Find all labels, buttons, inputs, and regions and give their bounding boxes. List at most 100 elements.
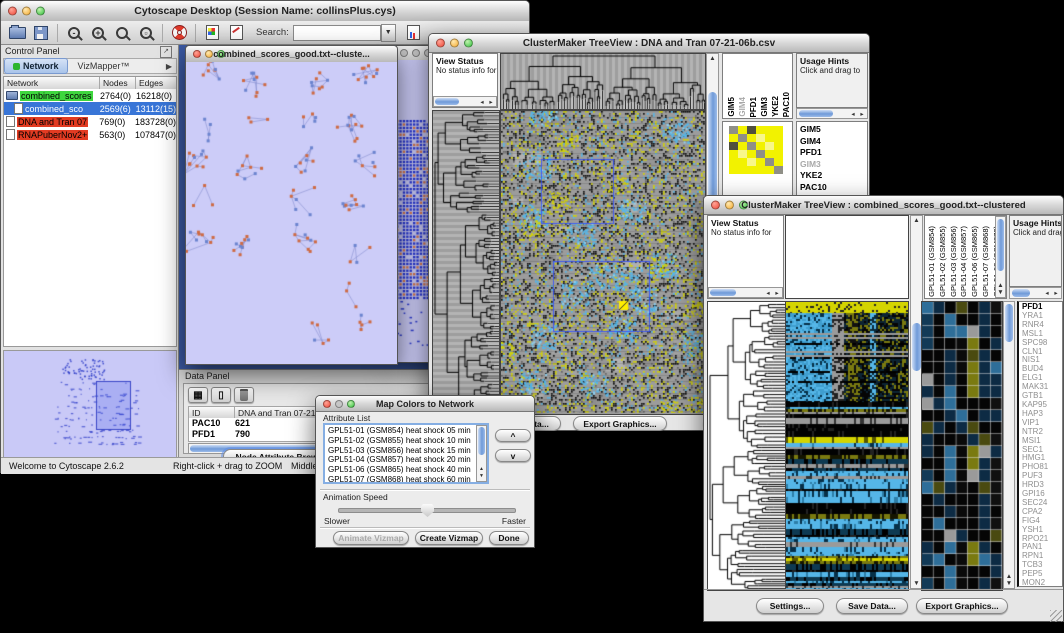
close-button[interactable] [436, 39, 445, 48]
save-data-button[interactable]: Save Data... [836, 598, 908, 614]
save-session-button[interactable] [29, 22, 53, 44]
zoomed-heatmap-canvas[interactable] [921, 301, 1003, 591]
table-mode-button[interactable]: ▦ [188, 387, 208, 403]
heatmap-canvas[interactable] [500, 110, 706, 415]
network-overview-canvas[interactable] [3, 350, 177, 458]
treeview2-title-bar[interactable]: ClusterMaker TreeView : combined_scores_… [704, 196, 1063, 215]
animation-speed-slider[interactable] [338, 508, 516, 513]
scroll-right-arrow[interactable]: ▸ [1052, 290, 1060, 297]
treeview-window-combined-scores[interactable]: ClusterMaker TreeView : combined_scores_… [703, 195, 1064, 622]
scrollbar-thumb[interactable] [799, 110, 833, 117]
col-header-network[interactable]: Network [4, 77, 100, 89]
scrollbar-thumb[interactable] [710, 289, 736, 296]
usage-hints-hscrollbar[interactable]: ◂ ▸ [796, 108, 868, 119]
network-row-combined-scores[interactable]: combined_scores 2764(0) 16218(0) [4, 89, 176, 102]
attribute-item[interactable]: GPL51-07 (GSM868) heat shock 60 min [325, 475, 487, 484]
scrollbar-thumb[interactable] [997, 219, 1004, 271]
usage-hints-hscrollbar[interactable]: ◂ ▸ [1009, 287, 1062, 299]
network-row-dna-tran[interactable]: DNA and Tran 07 769(0) 183728(0) [4, 115, 176, 128]
done-button[interactable]: Done [489, 531, 529, 545]
annotation-button[interactable] [224, 22, 248, 44]
minimize-button[interactable] [412, 49, 420, 57]
zoom-fit-button[interactable] [110, 22, 134, 44]
close-button[interactable] [400, 49, 408, 57]
move-up-button[interactable]: ^ [495, 429, 531, 442]
network-window-title-bar[interactable]: combined_scores_good.txt--cluste... [186, 46, 397, 63]
row-dendrogram-canvas[interactable] [707, 301, 786, 591]
network-view-canvas[interactable] [186, 62, 397, 364]
scroll-up-arrow[interactable]: ▲ [707, 55, 718, 62]
scrollbar-thumb[interactable] [1012, 289, 1030, 297]
attribute-item[interactable]: GPL51-01 (GSM854) heat shock 05 min [325, 426, 487, 436]
view-status-hscrollbar[interactable]: ◂ ▸ [433, 96, 497, 107]
scroll-up-arrow[interactable]: ▲ [1004, 573, 1014, 580]
scrollbar-thumb[interactable] [1005, 304, 1013, 342]
report-button[interactable] [402, 22, 426, 44]
scroll-down-arrow[interactable]: ▼ [477, 473, 486, 480]
zoom-out-button[interactable]: - [62, 22, 86, 44]
attribute-item[interactable]: GPL51-06 (GSM865) heat shock 40 min [325, 465, 487, 475]
map-colors-dialog[interactable]: Map Colors to Network Attribute List GPL… [315, 395, 535, 548]
close-button[interactable] [323, 400, 331, 408]
export-graphics-button[interactable]: Export Graphics... [573, 416, 667, 431]
network-row-combined-scores-clustered[interactable]: combined_sco 2569(6) 13112(15) [4, 102, 176, 115]
scroll-right-arrow[interactable]: ▸ [773, 290, 781, 297]
attribute-list-vscrollbar[interactable]: ▲ ▼ [476, 425, 487, 482]
close-button[interactable] [8, 7, 17, 16]
scroll-down-arrow[interactable]: ▼ [1004, 580, 1014, 587]
close-button[interactable] [711, 201, 720, 210]
scroll-left-arrow[interactable]: ◂ [1043, 290, 1051, 297]
column-label-vscrollbar[interactable]: ▲ ▼ [995, 216, 1006, 298]
view-status-hscrollbar[interactable]: ◂ ▸ [708, 287, 783, 298]
col-header-nodes[interactable]: Nodes [100, 77, 136, 89]
export-graphics-button[interactable]: Export Graphics... [916, 598, 1008, 614]
zoom-selected-button[interactable]: ▫ [134, 22, 158, 44]
scroll-left-arrow[interactable]: ◂ [764, 290, 772, 297]
close-button[interactable] [193, 50, 201, 58]
search-input[interactable] [293, 25, 381, 41]
create-vizmap-button[interactable]: Create Vizmap [415, 531, 483, 545]
help-button[interactable] [167, 22, 191, 44]
vizmapper-button[interactable] [200, 22, 224, 44]
zoom-vscrollbar[interactable]: ▲ ▼ [1003, 301, 1015, 589]
scroll-up-arrow[interactable]: ▲ [996, 282, 1005, 289]
float-panel-icon[interactable]: ↗ [160, 46, 172, 58]
search-dropdown-button[interactable]: ▼ [381, 24, 396, 42]
treeview1-title-bar[interactable]: ClusterMaker TreeView : DNA and Tran 07-… [429, 34, 869, 53]
network-row-rnapubernov2[interactable]: RNAPuberNov2+ 563(0) 107847(0) [4, 128, 176, 141]
scroll-left-arrow[interactable]: ◂ [849, 111, 857, 118]
dialog-title-bar[interactable]: Map Colors to Network [316, 396, 534, 412]
tab-vizmapper[interactable]: VizMapper™ [68, 61, 140, 71]
similarity-matrix[interactable] [729, 126, 783, 174]
new-attribute-button[interactable]: ▯ [211, 387, 231, 403]
zoom-in-button[interactable]: + [86, 22, 110, 44]
col-header-edges[interactable]: Edges [136, 77, 176, 89]
column-dendrogram-area[interactable] [785, 215, 909, 299]
gene-label[interactable]: MON2 [1019, 579, 1062, 587]
heatmap-canvas[interactable] [785, 301, 909, 591]
main-title-bar[interactable]: Cytoscape Desktop (Session Name: collins… [1, 1, 529, 22]
column-dendrogram-canvas[interactable] [500, 53, 706, 110]
scroll-up-arrow[interactable]: ▲ [477, 466, 486, 473]
tab-network[interactable]: Network [4, 58, 68, 74]
scroll-down-arrow[interactable]: ▼ [996, 289, 1005, 296]
network-view-window[interactable]: combined_scores_good.txt--cluste... [185, 45, 398, 365]
scroll-up-arrow[interactable]: ▲ [911, 217, 922, 224]
resize-grip[interactable] [1050, 610, 1062, 622]
slider-thumb[interactable] [421, 504, 434, 517]
animate-vizmap-button[interactable]: Animate Vizmap [333, 531, 409, 545]
attribute-item[interactable]: GPL51-04 (GSM857) heat shock 20 min [325, 455, 487, 465]
scroll-left-arrow[interactable]: ◂ [478, 99, 486, 106]
data-col-id[interactable]: ID [189, 407, 235, 418]
scrollbar-thumb[interactable] [478, 427, 485, 455]
scroll-right-arrow[interactable]: ▸ [487, 99, 495, 106]
row-dendrogram-canvas[interactable] [432, 110, 500, 415]
scroll-right-arrow[interactable]: ▸ [858, 111, 866, 118]
attribute-item[interactable]: GPL51-03 (GSM856) heat shock 15 min [325, 446, 487, 456]
tab-overflow-arrow[interactable]: ▶ [166, 62, 172, 71]
attribute-item[interactable]: GPL51-02 (GSM855) heat shock 10 min [325, 436, 487, 446]
open-session-button[interactable] [5, 22, 29, 44]
move-down-button[interactable]: v [495, 449, 531, 462]
scrollbar-thumb[interactable] [435, 98, 459, 105]
delete-attribute-button[interactable] [234, 387, 254, 403]
